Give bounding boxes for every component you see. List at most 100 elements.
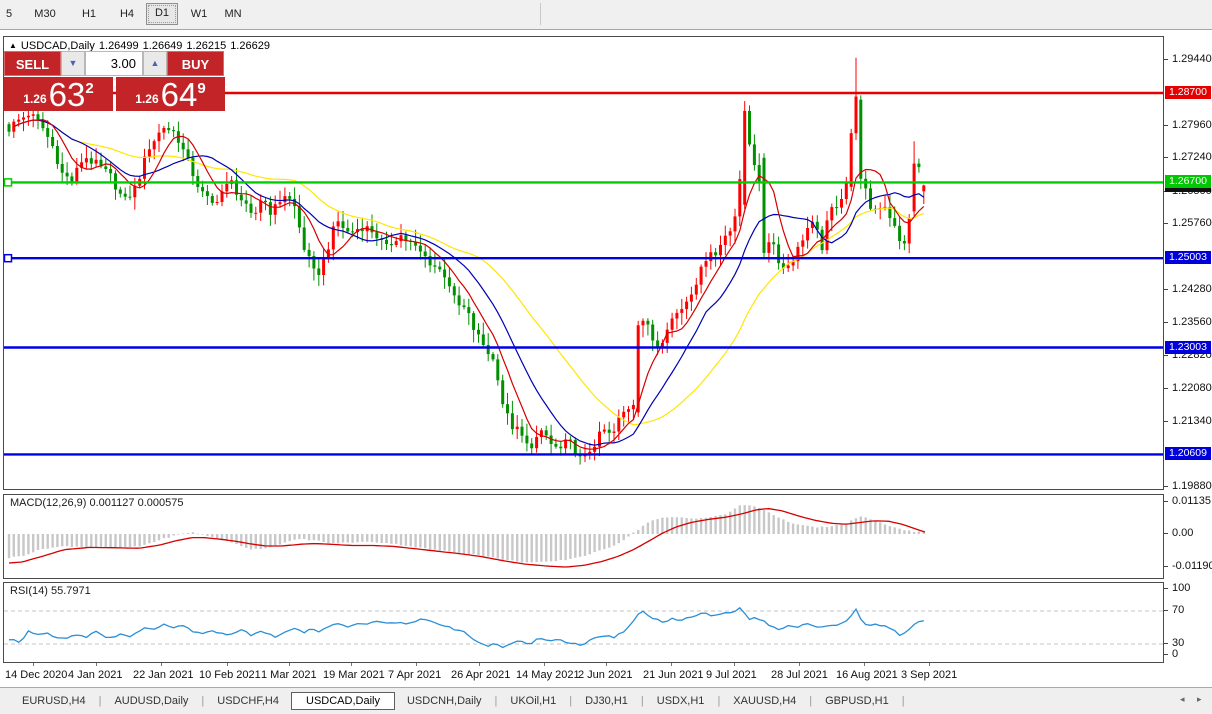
date-tick [864,663,865,666]
volume-input[interactable]: 3.00 [85,51,143,76]
price-label: 1.21340 [1172,415,1212,427]
date-label: 26 Apr 2021 [451,669,510,681]
date-label: 22 Jan 2021 [133,669,194,681]
bid-price-pip: 2 [85,80,93,97]
mt4-window: 5M30H1H4D1W1MN ▲USDCAD,Daily1.264991.266… [0,0,1212,714]
price-tick [1164,486,1168,487]
price-axis[interactable]: 1.294401.279601.272401.265001.257601.242… [1164,30,1212,687]
ma-line-slow [14,120,924,425]
ohlc-close: 1.26629 [230,40,270,52]
ask-price-pip: 9 [197,80,205,97]
price-tick [1164,421,1168,422]
timeframe-button-mn[interactable]: MN [218,4,248,24]
date-tick [799,663,800,666]
price-badge-1.28700: 1.28700 [1165,86,1211,99]
date-label: 21 Jun 2021 [643,669,704,681]
tab-usdcad-daily[interactable]: USDCAD,Daily [291,692,395,710]
tab-usdchf-h4[interactable]: USDCHF,H4 [205,693,291,709]
date-tick [289,663,290,666]
price-label: 1.22080 [1172,382,1212,394]
ma-line-fast [14,120,924,450]
date-tick [161,663,162,666]
price-label: 1.27240 [1172,151,1212,163]
date-tick [544,663,545,666]
date-tick [416,663,417,666]
rsi-chart[interactable] [4,583,1163,662]
ask-price-main: 64 [161,81,198,109]
price-tick [1164,355,1168,356]
date-tick [96,663,97,666]
ask-price-box[interactable]: 1.26649 [116,77,225,111]
volume-decrease-button[interactable]: ▼ [61,51,85,76]
tab-dj30-h1[interactable]: DJ30,H1 [573,693,640,709]
macd-label: MACD(12,26,9) 0.001127 0.000575 [10,497,183,509]
ask-price-prefix: 1.26 [135,89,158,109]
rsi-axis-label: 100 [1172,582,1190,594]
collapse-triangle-icon[interactable]: ▲ [9,41,17,50]
tab-separator: | [641,695,644,707]
sell-button[interactable]: SELL [4,51,61,76]
timeframe-button-h1[interactable]: H1 [74,4,104,24]
date-tick [734,663,735,666]
tab-separator: | [201,695,204,707]
macd-tick [1164,566,1168,567]
tab-usdcnh-daily[interactable]: USDCNH,Daily [395,693,494,709]
volume-increase-button[interactable]: ▲ [143,51,167,76]
price-tick [1164,322,1168,323]
rsi-tick [1164,643,1168,644]
tabs-scroll-left-icon[interactable]: ◂ [1180,694,1185,705]
price-tick [1164,59,1168,60]
tab-gbpusd-h1[interactable]: GBPUSD,H1 [813,693,901,709]
tab-separator: | [902,695,905,707]
macd-tick [1164,533,1168,534]
tab-xauusd-h4[interactable]: XAUUSD,H4 [721,693,808,709]
bid-price-box[interactable]: 1.26632 [4,77,113,111]
line-handle[interactable] [5,255,12,262]
price-tick [1164,125,1168,126]
macd-axis-label: 0.01135 [1172,495,1211,507]
rsi-tick [1164,610,1168,611]
timeframe-button-w1[interactable]: W1 [184,4,214,24]
rsi-indicator-pane[interactable]: RSI(14) 55.7971 [3,582,1164,663]
tab-separator: | [495,695,498,707]
date-label: 7 Apr 2021 [388,669,441,681]
timeframe-button-h4[interactable]: H4 [112,4,142,24]
date-label: 14 Dec 2020 [5,669,67,681]
tab-separator: | [809,695,812,707]
tabs-scroll-right-icon[interactable]: ▸ [1197,694,1202,705]
line-handle[interactable] [5,179,12,186]
date-label: 1 Mar 2021 [261,669,317,681]
buy-button[interactable]: BUY [167,51,224,76]
macd-axis-label: -0.011904 [1172,560,1212,572]
price-label: 1.24280 [1172,283,1212,295]
date-label: 9 Jul 2021 [706,669,757,681]
macd-axis-label: 0.00 [1172,527,1193,539]
price-badge-1.26700: 1.26700 [1165,175,1211,188]
time-axis[interactable]: 14 Dec 20204 Jan 202122 Jan 202110 Feb 2… [3,663,1164,687]
price-label: 1.27960 [1172,119,1212,131]
date-label: 14 May 2021 [516,669,580,681]
tab-ukoil-h1[interactable]: UKOil,H1 [498,693,568,709]
date-label: 2 Jun 2021 [578,669,632,681]
macd-indicator-pane[interactable]: MACD(12,26,9) 0.001127 0.000575 [3,494,1164,579]
tab-audusd-daily[interactable]: AUDUSD,Daily [102,693,200,709]
toolbar-divider [540,3,541,25]
tab-eurusd-h4[interactable]: EURUSD,H4 [10,693,98,709]
timeframe-button-5[interactable]: 5 [0,4,24,24]
bid-price-prefix: 1.26 [23,89,46,109]
date-label: 3 Sep 2021 [901,669,957,681]
date-tick [33,663,34,666]
price-tick [1164,157,1168,158]
timeframe-button-d1[interactable]: D1 [146,3,178,25]
price-badge-1.25003: 1.25003 [1165,251,1211,264]
candles-layer [8,58,926,465]
date-tick [671,663,672,666]
chart-tabs: EURUSD,H4|AUDUSD,Daily|USDCHF,H4USDCAD,D… [10,691,906,711]
macd-tick [1164,501,1168,502]
price-tick [1164,223,1168,224]
bid-price-main: 63 [49,81,86,109]
timeframe-button-m30[interactable]: M30 [30,4,60,24]
tab-usdx-h1[interactable]: USDX,H1 [645,693,717,709]
rsi-label: RSI(14) 55.7971 [10,585,91,597]
macd-signal-line [9,509,925,567]
